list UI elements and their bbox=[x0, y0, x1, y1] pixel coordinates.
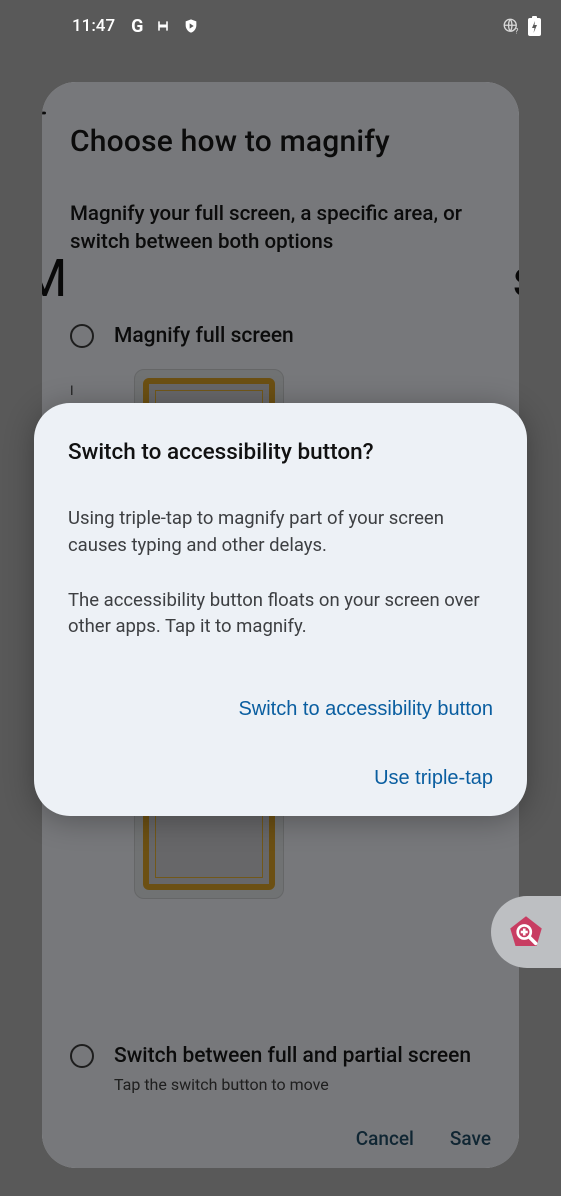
sync-icon bbox=[155, 18, 171, 34]
magnify-home-icon bbox=[505, 911, 547, 953]
status-left: 11:47 G bbox=[72, 16, 199, 37]
svg-text:?: ? bbox=[515, 27, 519, 36]
shield-icon bbox=[183, 18, 199, 34]
google-icon: G bbox=[131, 16, 143, 37]
status-clock: 11:47 bbox=[72, 16, 115, 36]
switch-accessibility-dialog: Switch to accessibility button? Using tr… bbox=[34, 403, 527, 816]
dialog-actions: Switch to accessibility button Use tripl… bbox=[68, 698, 493, 790]
battery-charging-icon bbox=[528, 16, 541, 36]
globe-question-icon: ? bbox=[502, 17, 520, 35]
use-triple-tap-button[interactable]: Use triple-tap bbox=[374, 767, 493, 790]
dialog-paragraph-1: Using triple-tap to magnify part of your… bbox=[68, 505, 493, 559]
accessibility-floating-button[interactable] bbox=[491, 896, 561, 968]
dialog-body: Using triple-tap to magnify part of your… bbox=[68, 505, 493, 640]
dialog-title: Switch to accessibility button? bbox=[68, 439, 493, 465]
status-bar: 11:47 G ? bbox=[0, 0, 561, 52]
dialog-paragraph-2: The accessibility button floats on your … bbox=[68, 587, 493, 641]
switch-to-accessibility-button[interactable]: Switch to accessibility button bbox=[238, 698, 493, 721]
status-right: ? bbox=[502, 16, 541, 36]
